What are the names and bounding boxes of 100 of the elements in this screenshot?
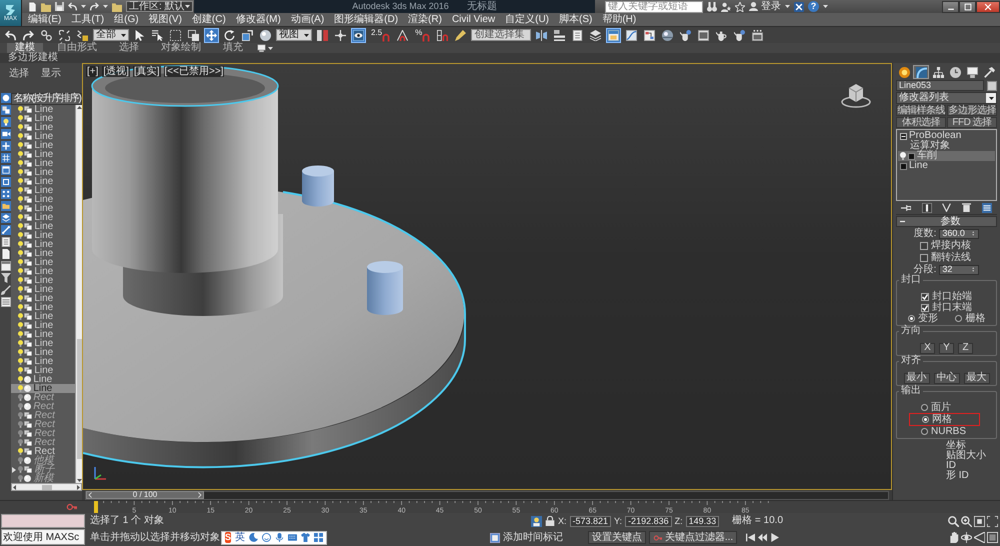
camera-tile-icon[interactable] [0,129,11,139]
viewport-label[interactable]: [<<已禁用>>] [164,66,224,77]
scene-object-row[interactable]: Rect [11,420,75,429]
bars-button[interactable] [315,28,330,42]
bulb-icon[interactable] [18,214,24,221]
menu-item[interactable]: 编辑(E) [28,14,62,26]
pencil-button[interactable] [453,28,468,42]
command-tab[interactable] [964,65,980,79]
window-panel-button[interactable] [606,28,622,42]
help-button[interactable]: ? [808,1,819,12]
scene-object-row[interactable]: Line [11,258,75,267]
bulb-icon[interactable] [900,152,906,160]
scene-object-row[interactable]: Line [11,294,75,303]
minimize-button[interactable] [942,0,959,12]
scene-object-row[interactable]: Rect [11,447,75,456]
menu-item[interactable]: 组(G) [114,14,139,26]
scene-object-row[interactable]: Line [11,285,75,294]
vertical-scrollbar[interactable] [75,105,82,483]
radio-button[interactable] [921,428,928,435]
expand-arrow-icon[interactable] [12,466,16,472]
modifier-button[interactable]: 体积选择 [896,117,946,128]
bulb-icon[interactable] [18,403,24,410]
bulb-icon[interactable] [18,376,24,383]
go-to-start-icon[interactable] [746,533,756,542]
bulb-icon[interactable] [18,142,24,149]
ribbon-panel-tab[interactable]: 多边形建模 [8,53,58,63]
shirt-icon[interactable] [301,533,310,542]
scene-object-row[interactable]: Line [11,312,75,321]
dots-tile-icon[interactable] [0,189,11,199]
scene-object-row[interactable]: Line [11,105,75,114]
undo-icon[interactable] [68,2,77,11]
menu-item[interactable]: 渲染(R) [408,14,442,26]
caret-icon[interactable] [81,5,86,8]
sphere-button[interactable] [258,28,273,42]
scene-object-row[interactable]: Line [11,267,75,276]
snap-toggle-button[interactable]: 2.5 [369,28,392,42]
bulb-icon[interactable] [18,250,24,257]
chain-button[interactable] [39,28,54,42]
menu-item[interactable]: 动画(A) [290,14,324,26]
option-button[interactable]: 最大 [964,372,990,384]
search-field[interactable]: 键入关键字或短语 [605,0,703,12]
user-star-icon[interactable] [721,2,731,12]
bulb-icon[interactable] [18,205,24,212]
command-tab[interactable] [930,65,946,79]
minus-icon[interactable] [900,219,905,224]
ribbon-tab[interactable]: 自由形式 [49,43,105,53]
ribbon-tab[interactable]: 填充 [215,43,251,53]
object-name-field[interactable]: Line053 [896,80,984,91]
scene-object-row[interactable]: Line [11,222,75,231]
bulb-icon[interactable] [18,277,24,284]
scene-object-row[interactable]: Line [11,150,75,159]
scroll-right-icon[interactable] [76,484,80,490]
sphere-tile-icon[interactable] [0,93,11,103]
document-icon[interactable] [0,237,11,247]
frame-window-button[interactable] [696,28,712,42]
broken-chain-button[interactable] [57,28,72,42]
caret-icon[interactable] [823,5,828,8]
option-button[interactable]: Y [939,342,954,354]
monitor-icon[interactable] [257,44,266,52]
scene-object-row[interactable]: Line [11,204,75,213]
play-icon[interactable] [770,533,780,542]
bone-tile-icon[interactable] [0,225,11,235]
magnifier-icon[interactable] [948,516,959,526]
radio-button[interactable] [921,404,928,411]
dashed-rectangle-button[interactable] [168,28,183,42]
bulb-icon[interactable] [18,106,24,113]
scene-object-row[interactable]: Line [11,231,75,240]
key-icon[interactable] [66,502,78,512]
caret-icon[interactable] [268,46,273,50]
scene-object-row[interactable]: Line [11,132,75,141]
scene-object-row[interactable]: Line [11,276,75,285]
column-header[interactable]: 名称(按升序排序) [11,93,82,105]
scene-object-row[interactable]: Line [11,249,75,258]
spinner-magnet-button[interactable] [435,28,450,42]
menu-item[interactable]: 修改器(M) [236,14,281,26]
workspace-dropdown[interactable]: 工作区: 默认 [126,1,193,12]
menu-item[interactable]: 视图(V) [148,14,182,26]
object-color-swatch[interactable] [987,80,997,90]
layers-tile-icon[interactable] [0,213,11,223]
input-mode-toggle[interactable]: 英 [235,532,246,542]
v-shape-icon[interactable] [942,203,952,212]
ribbon-tab[interactable]: 对象绘制 [153,43,209,53]
menu-item[interactable]: 脚本(S) [559,14,592,26]
maximize-button[interactable] [959,0,976,12]
checkbox[interactable] [921,292,929,300]
radio-button[interactable] [955,315,962,322]
viewport-label[interactable]: [+] [86,66,100,77]
funnel-icon[interactable] [0,273,11,283]
bulb-icon[interactable] [18,259,24,266]
teapot-button[interactable] [732,28,748,42]
moon-icon[interactable] [249,533,258,542]
scene-object-row[interactable]: Line [11,141,75,150]
script-input-field[interactable]: 欢迎使用 MAXSc [1,529,85,545]
orbit-icon[interactable] [961,532,972,543]
viewport-label[interactable]: [真实] [132,66,161,77]
scene-object-row[interactable]: Rect [11,411,75,420]
scroll-thumb[interactable] [42,484,52,490]
scene-object-row[interactable]: Rect [11,402,75,411]
segments-spinner[interactable]: 32 [939,264,980,274]
trash-icon[interactable] [962,203,972,212]
